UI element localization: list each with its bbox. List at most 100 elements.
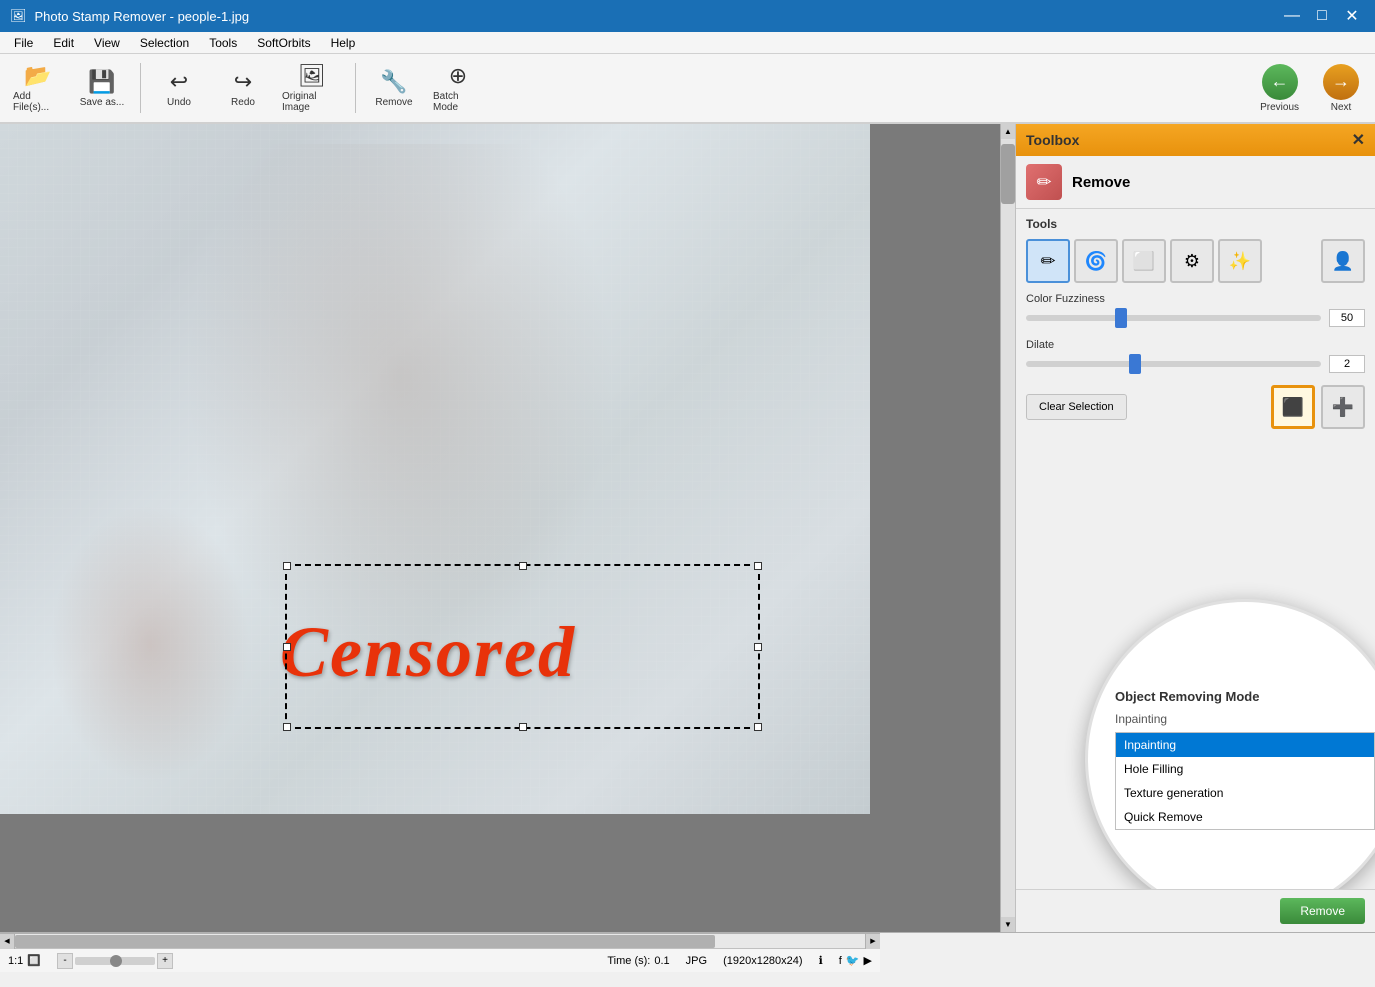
previous-button[interactable]: ← Previous	[1252, 60, 1307, 117]
pencil-tool-button[interactable]: ✏	[1026, 239, 1070, 283]
horizontal-scrollbar[interactable]: ◀ ▶	[0, 933, 880, 948]
scroll-right-arrow[interactable]: ▶	[865, 934, 880, 949]
color-fuzziness-row: Color Fuzziness 50	[1026, 293, 1365, 327]
object-removing-dropdown-overlay[interactable]: Object Removing Mode Inpainting Inpainti…	[1085, 599, 1375, 889]
original-image-label: Original Image	[282, 91, 342, 113]
rect-select-tool-button[interactable]: ⬜	[1122, 239, 1166, 283]
menu-view[interactable]: View	[86, 34, 128, 52]
menu-file[interactable]: File	[6, 34, 41, 52]
selection-handle-middle-left[interactable]	[283, 643, 291, 651]
zoom-track[interactable]	[75, 957, 155, 965]
scroll-left-arrow[interactable]: ◀	[0, 934, 15, 949]
toolbox-close-button[interactable]: ✕	[1352, 130, 1365, 150]
selection-handle-top-right[interactable]	[754, 562, 762, 570]
facebook-icon[interactable]: f	[839, 955, 842, 967]
object-removing-mode-label: Object Removing Mode	[1115, 689, 1375, 704]
selection-handle-bottom-right[interactable]	[754, 723, 762, 731]
menu-help[interactable]: Help	[323, 34, 364, 52]
magic-tool-button[interactable]: ⚙	[1170, 239, 1214, 283]
save-as-button[interactable]: 💾 Save as...	[72, 58, 132, 118]
next-icon: →	[1323, 64, 1359, 100]
color-fuzziness-label: Color Fuzziness	[1026, 293, 1365, 305]
selection-handle-bottom-middle[interactable]	[519, 723, 527, 731]
main-area: Censored ▲ ▼ Toolb	[0, 124, 1375, 932]
selection-mode-add-button[interactable]: ➕	[1321, 385, 1365, 429]
menu-selection[interactable]: Selection	[132, 34, 197, 52]
toolbox-panel: Toolbox ✕ ✏ Remove Tools ✏ 🌀 ⬜ ⚙ ✨ 👤 Col…	[1015, 124, 1375, 932]
zoom-thumb[interactable]	[110, 955, 122, 967]
undo-button[interactable]: ↩ Undo	[149, 58, 209, 118]
batch-mode-button[interactable]: ⊕ Batch Mode	[428, 58, 488, 118]
dimensions-value: (1920x1280x24)	[723, 955, 803, 967]
navigation-buttons: ← Previous → Next	[1252, 60, 1367, 117]
mode-option-texture-generation[interactable]: Texture generation	[1116, 781, 1374, 805]
scroll-up-arrow[interactable]: ▲	[1001, 124, 1015, 139]
hand-shadow	[50, 504, 250, 784]
toolbar-separator-1	[140, 63, 141, 113]
format-status: JPG	[686, 955, 707, 967]
next-button[interactable]: → Next	[1315, 60, 1367, 117]
selection-rectangle[interactable]	[285, 564, 760, 729]
bottom-bar: ◀ ▶ 1:1 🔲 - + Time (s): 0.1	[0, 932, 1375, 972]
maximize-button[interactable]: □	[1309, 3, 1335, 29]
remove-action-button[interactable]: Remove	[1280, 898, 1365, 924]
batch-mode-label: Batch Mode	[433, 91, 483, 113]
clear-selection-button[interactable]: Clear Selection	[1026, 394, 1127, 420]
youtube-icon[interactable]: ▶	[864, 954, 872, 967]
selection-handle-middle-right[interactable]	[754, 643, 762, 651]
zoom-minus-button[interactable]: -	[57, 953, 73, 969]
time-label: Time (s):	[607, 955, 650, 967]
lasso-tool-button[interactable]: 🌀	[1074, 239, 1118, 283]
dilate-row: Dilate 2	[1026, 339, 1365, 373]
redo-button[interactable]: ↪ Redo	[213, 58, 273, 118]
menu-softorbits[interactable]: SoftOrbits	[249, 34, 318, 52]
dilate-track[interactable]	[1026, 361, 1321, 367]
canvas-scroll: Censored	[0, 124, 1015, 932]
close-button[interactable]: ✕	[1339, 3, 1365, 29]
wand-tool-button[interactable]: ✨	[1218, 239, 1262, 283]
selection-handle-top-left[interactable]	[283, 562, 291, 570]
redo-icon: ↪	[234, 69, 252, 95]
scroll-down-arrow[interactable]: ▼	[1001, 917, 1015, 932]
hscroll-track[interactable]	[15, 934, 865, 948]
info-button[interactable]: ℹ	[819, 954, 823, 967]
remove-button[interactable]: 🔧 Remove	[364, 58, 424, 118]
toolbar-separator-2	[355, 63, 356, 113]
color-fuzziness-track[interactable]	[1026, 315, 1321, 321]
save-icon: 💾	[88, 69, 115, 95]
stamp-tool-button[interactable]: 👤	[1321, 239, 1365, 283]
zoom-level: 1:1 🔲	[8, 954, 41, 967]
minimize-button[interactable]: —	[1279, 3, 1305, 29]
mode-option-inpainting[interactable]: Inpainting	[1116, 733, 1374, 757]
zoom-controls: - +	[57, 953, 173, 969]
dilate-value[interactable]: 2	[1329, 355, 1365, 373]
remove-section-label: Remove	[1072, 174, 1130, 191]
previous-icon: ←	[1262, 64, 1298, 100]
color-fuzziness-thumb[interactable]	[1115, 308, 1127, 328]
menu-edit[interactable]: Edit	[45, 34, 82, 52]
remove-icon: 🔧	[380, 69, 407, 95]
mode-option-hole-filling[interactable]: Hole Filling	[1116, 757, 1374, 781]
mode-option-quick-remove[interactable]: Quick Remove	[1116, 805, 1374, 829]
hscroll-thumb[interactable]	[15, 935, 715, 948]
selection-handle-bottom-left[interactable]	[283, 723, 291, 731]
menu-tools[interactable]: Tools	[201, 34, 245, 52]
zoom-plus-button[interactable]: +	[157, 953, 173, 969]
vertical-scrollbar[interactable]: ▲ ▼	[1000, 124, 1015, 932]
dropdown-area: Object Removing Mode Inpainting Inpainti…	[1115, 689, 1375, 830]
app-icon: 🖼	[10, 8, 27, 24]
time-status: Time (s): 0.1	[607, 955, 669, 967]
social-icons: f 🐦 ▶	[839, 954, 872, 967]
scroll-thumb-vertical[interactable]	[1001, 144, 1015, 204]
canvas-area[interactable]: Censored ▲ ▼	[0, 124, 1015, 932]
add-files-button[interactable]: 📂 Add File(s)...	[8, 58, 68, 118]
original-image-button[interactable]: 🖼 Original Image	[277, 58, 347, 118]
fit-icon: 🔲	[27, 954, 41, 967]
twitter-icon[interactable]: 🐦	[846, 954, 860, 967]
save-as-label: Save as...	[80, 97, 124, 108]
dilate-thumb[interactable]	[1129, 354, 1141, 374]
selection-mode-rect-button[interactable]: ⬛	[1271, 385, 1315, 429]
color-fuzziness-value[interactable]: 50	[1329, 309, 1365, 327]
selection-handle-top-middle[interactable]	[519, 562, 527, 570]
titlebar: 🖼 Photo Stamp Remover - people-1.jpg — □…	[0, 0, 1375, 32]
